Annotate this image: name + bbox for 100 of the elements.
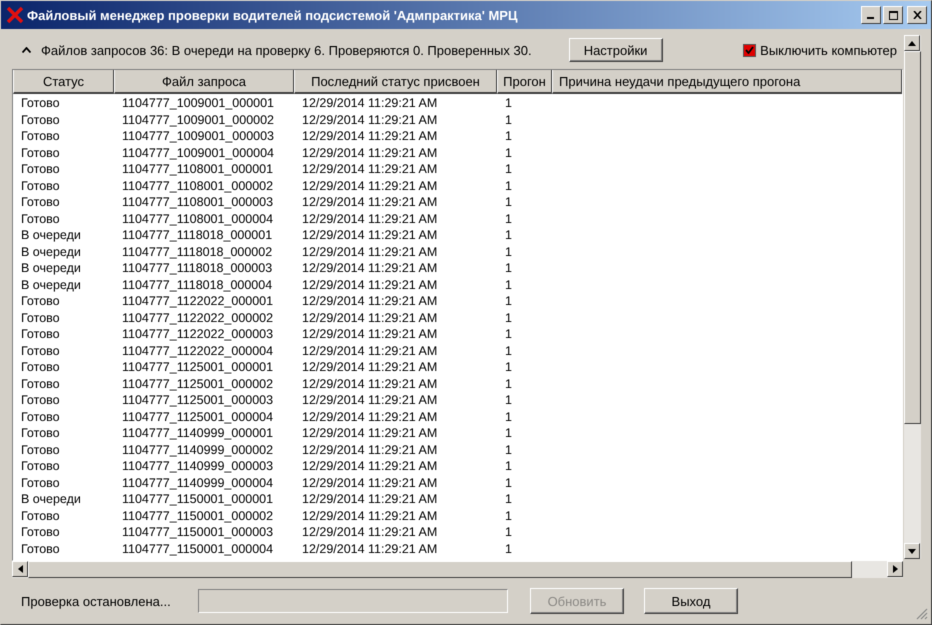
minimize-button[interactable] [861, 6, 881, 24]
table-cell-text: 1 [504, 128, 513, 144]
table-cell-text: 1 [504, 491, 513, 508]
table-cell-text: Готово [20, 376, 61, 392]
table-cell-text: 12/29/2014 11:29:21 AM [301, 540, 438, 557]
table-cell-text: 1104777_1108001_000002 [121, 178, 274, 194]
checkbox[interactable] [743, 44, 756, 56]
column-header[interactable]: Последний статус присвоен [294, 70, 497, 94]
table-cell-text: 12/29/2014 11:29:21 AM [301, 342, 438, 359]
status-text: Проверка остановлена... [21, 594, 172, 608]
table-cell-text: 1 [504, 359, 513, 376]
table-cell-text: Готово [20, 524, 61, 540]
table-cell-text: 12/29/2014 11:29:21 AM [301, 359, 438, 376]
table-cell-text: 1 [504, 442, 513, 458]
table-cell-text: 12/29/2014 11:29:21 AM [301, 144, 438, 161]
table-cell-text: 1104777_1009001_000003 [121, 128, 276, 144]
table-cell-text: 1 [504, 342, 513, 359]
table-cell-text: 1104777_1118018_000004 [121, 276, 274, 293]
table-cell-text: 1 [504, 326, 513, 342]
table-cell-text: 12/29/2014 11:29:21 AM [301, 276, 438, 293]
table-cell-text: 12/29/2014 11:29:21 AM [301, 227, 438, 244]
table-cell-text: 1104777_1122022_000004 [121, 342, 274, 359]
table-cell-text: 1 [504, 260, 513, 276]
vertical-scrollbar[interactable] [904, 35, 921, 559]
table-cell-text: Готово [20, 310, 61, 326]
caret-up-icon [22, 47, 31, 53]
resize-grip-icon[interactable] [916, 608, 928, 620]
scroll-thumb[interactable] [904, 51, 921, 424]
table-cell-text: 12/29/2014 11:29:21 AM [301, 161, 438, 178]
table-cell-text: 1104777_1150001_000003 [121, 524, 274, 540]
table-cell-text: 1104777_1150001_000002 [121, 508, 274, 524]
table-cell-text: 1104777_1122022_000001 [121, 293, 274, 310]
table-cell-text: Готово [20, 392, 61, 408]
table-cell-text: 1 [504, 194, 513, 210]
table-cell-text: Готово [20, 178, 61, 194]
cross-icon [6, 6, 24, 24]
table-cell-text: 1 [504, 474, 513, 491]
table-cell-text: В очереди [20, 260, 82, 276]
table-cell-text: Готово [20, 210, 61, 227]
table-cell-text: 12/29/2014 11:29:21 AM [301, 260, 438, 276]
table-cell-text: 1104777_1125001_000003 [121, 392, 274, 408]
table-cell-text: 12/29/2014 11:29:21 AM [301, 408, 438, 425]
collapse-button[interactable] [20, 45, 33, 55]
table-cell-text: Готово [20, 408, 61, 425]
table-cell-text: 1104777_1125001_000004 [121, 408, 274, 425]
table-cell-text: В очереди [20, 227, 82, 244]
column-header[interactable]: Статус [13, 70, 114, 94]
table-cell-text: 1104777_1118018_000002 [121, 244, 274, 260]
table-cell-text: 12/29/2014 11:29:21 AM [301, 244, 438, 260]
table-cell-text: 12/29/2014 11:29:21 AM [301, 425, 438, 442]
table-cell-text: Готово [20, 128, 61, 144]
table-cell-text: 1 [504, 276, 513, 293]
table-cell-text: 1104777_1009001_000004 [121, 144, 276, 161]
table-cell-text: 1104777_1108001_000001 [121, 161, 274, 178]
table-cell-text: 1104777_1118018_000003 [121, 260, 274, 276]
table-cell-text: 12/29/2014 11:29:21 AM [301, 95, 438, 112]
up-arrow-icon [908, 40, 916, 46]
table-cell-text: Готово [20, 474, 61, 491]
close-button[interactable] [907, 6, 927, 24]
table-cell-text: 12/29/2014 11:29:21 AM [301, 458, 438, 474]
column-header[interactable]: Прогон [497, 70, 552, 94]
table-cell-text: 1104777_1140999_000003 [121, 458, 274, 474]
table-cell-text: 1 [504, 95, 513, 112]
table-cell-text: 1 [504, 144, 513, 161]
table-cell-text: Готово [20, 144, 61, 161]
left-arrow-icon [18, 565, 22, 573]
table-cell-text: Готово [20, 442, 61, 458]
table-cell-text: Готово [20, 425, 61, 442]
table-cell-text: 1 [504, 210, 513, 227]
table-cell-text: 1 [504, 310, 513, 326]
table-cell-text: 1104777_1108001_000004 [121, 210, 274, 227]
table-cell-text: 1 [504, 408, 513, 425]
table-cell-text: 1 [504, 293, 513, 310]
table-cell-text: 12/29/2014 11:29:21 AM [301, 178, 438, 194]
table-cell-text: 12/29/2014 11:29:21 AM [301, 293, 438, 310]
column-header[interactable]: Причина неудачи предыдущего прогона [552, 70, 902, 94]
table-cell-text: 1104777_1125001_000002 [121, 376, 274, 392]
table-cell-text: 12/29/2014 11:29:21 AM [301, 376, 438, 392]
table-cell-text: 1104777_1140999_000001 [121, 425, 274, 442]
table-cell-text: 1 [504, 376, 513, 392]
column-header[interactable]: Файл запроса [114, 70, 294, 94]
table-cell-text: 12/29/2014 11:29:21 AM [301, 474, 438, 491]
table-cell-text: 12/29/2014 11:29:21 AM [301, 524, 438, 540]
table-cell-text: 1 [504, 178, 513, 194]
table-cell-text: 1 [504, 161, 513, 178]
table-cell-text: 1 [504, 112, 513, 128]
table-cell-text: 1 [504, 540, 513, 557]
table-cell-text: Готово [20, 359, 61, 376]
table-cell-text: Готово [20, 508, 61, 524]
maximize-button[interactable] [883, 6, 903, 24]
close-icon [912, 11, 922, 19]
table-cell-text: В очереди [20, 244, 82, 260]
settings-button[interactable]: Настройки [568, 38, 663, 62]
exit-button[interactable]: Выход [644, 588, 738, 614]
maximize-icon [888, 10, 898, 20]
table-cell-text: Готово [20, 161, 61, 178]
table-cell-text: 12/29/2014 11:29:21 AM [301, 210, 438, 227]
table-cell-text: 1 [504, 524, 513, 540]
table-cell-text: 1104777_1125001_000001 [121, 359, 274, 376]
table-cell-text: Готово [20, 95, 61, 112]
